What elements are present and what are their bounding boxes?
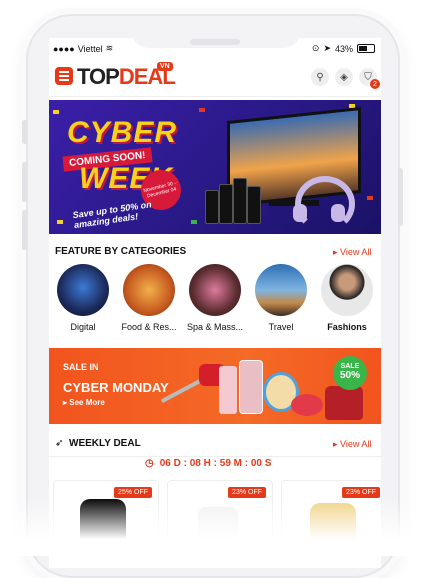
category-fashions[interactable]: Fashions	[317, 264, 377, 332]
category-label: Digital	[70, 322, 96, 332]
phones-image	[205, 174, 265, 224]
phone-volume-up	[22, 162, 27, 202]
promo-sale-in: SALE IN	[63, 362, 99, 372]
weekly-view-all[interactable]: ▸ View All	[333, 439, 371, 450]
phone-image	[239, 360, 263, 414]
categories-title: FEATURE BY CATEGORIES	[55, 246, 187, 257]
headphones-cup-left	[293, 204, 307, 222]
category-image	[123, 264, 175, 316]
bottom-fade	[0, 500, 424, 556]
signal-icon: ●●●●	[53, 43, 75, 54]
cart-icon[interactable]: ⛉ 2	[359, 68, 380, 89]
carrier-name: Viettel	[77, 43, 103, 54]
weekly-deal-header: ➶ WEEKLY DEAL ▸ View All	[49, 434, 381, 457]
weekly-deal-title: WEEKLY DEAL	[69, 438, 141, 449]
clock-icon: ◷	[145, 458, 154, 469]
discount-badge: 25% OFF	[114, 487, 152, 498]
tag-icon[interactable]: ◈	[335, 68, 353, 86]
confetti	[53, 110, 59, 114]
countdown-text: 06 D : 08 H : 59 M : 00 S	[159, 458, 272, 469]
category-travel[interactable]: Travel	[251, 264, 311, 332]
banner-promo-text: Save up to 50% on amazing deals!	[72, 199, 153, 231]
category-food[interactable]: Food & Res...	[119, 264, 179, 332]
category-digital[interactable]: Digital	[53, 264, 113, 332]
location-icon: ➤	[323, 43, 331, 53]
confetti	[367, 196, 373, 200]
sale-badge-title: SALE	[340, 363, 360, 370]
hero-banner[interactable]: CYBER COMING SOON! WEEK November 30 – De…	[49, 100, 381, 234]
confetti	[199, 108, 205, 112]
weekly-view-all-label: View All	[340, 439, 372, 449]
promo-cyber-monday: CYBER MONDAY	[63, 380, 169, 395]
app-screen: ●●●● Viettel ≋ ⊙ ➤ 43% TOPDEAL VN ⚲ ◈ ⛉ 2	[49, 38, 381, 568]
countdown-timer: ◷ 06 D : 08 H : 59 M : 00 S	[145, 458, 271, 469]
promo-see-more-label: See More	[69, 398, 105, 407]
category-image	[321, 264, 373, 316]
banner-headline-cyber: CYBER	[67, 116, 178, 149]
sale-badge-value: 50%	[339, 370, 360, 381]
category-image	[255, 264, 307, 316]
wifi-icon: ≋	[105, 43, 114, 53]
app-header: TOPDEAL VN ⚲ ◈ ⛉ 2	[49, 58, 381, 97]
phone-speaker	[190, 39, 240, 45]
cart-count-badge: 2	[370, 79, 380, 89]
phone-volume-down	[22, 210, 27, 250]
perfume-image	[219, 366, 237, 414]
headphones-cup-right	[331, 204, 345, 222]
sunglasses-image	[291, 394, 323, 416]
logo-text-top: TOP	[77, 64, 120, 89]
confetti	[191, 220, 197, 224]
logo-badge: VN	[157, 62, 173, 71]
battery-percent: 43%	[334, 43, 353, 54]
promo-see-more[interactable]: ▸ See More	[63, 398, 105, 407]
battery-icon	[357, 44, 375, 53]
category-label: Spa & Mass...	[186, 322, 244, 332]
cyber-monday-banner[interactable]: SALE IN CYBER MONDAY ▸ See More SALE 50%	[49, 348, 381, 424]
category-label: Food & Res...	[121, 322, 177, 332]
discount-badge: 23% OFF	[342, 487, 380, 498]
confetti	[57, 220, 63, 224]
category-label: Fashions	[327, 322, 367, 332]
category-image	[57, 264, 109, 316]
categories-view-all[interactable]: ▸ View All	[333, 247, 371, 258]
rocket-icon: ➶	[55, 438, 64, 449]
search-icon[interactable]: ⚲	[311, 68, 329, 86]
phone-side-button	[22, 120, 27, 144]
category-image	[189, 264, 241, 316]
categories-view-all-label: View All	[340, 247, 372, 257]
menu-icon[interactable]	[55, 67, 73, 85]
category-label: Travel	[268, 322, 294, 332]
lock-rotation-icon: ⊙	[311, 43, 320, 53]
sale-badge: SALE 50%	[333, 356, 367, 390]
phone-power-button	[398, 168, 403, 226]
discount-badge: 23% OFF	[228, 487, 266, 498]
handbag-image	[325, 386, 363, 420]
category-spa[interactable]: Spa & Mass...	[185, 264, 245, 332]
